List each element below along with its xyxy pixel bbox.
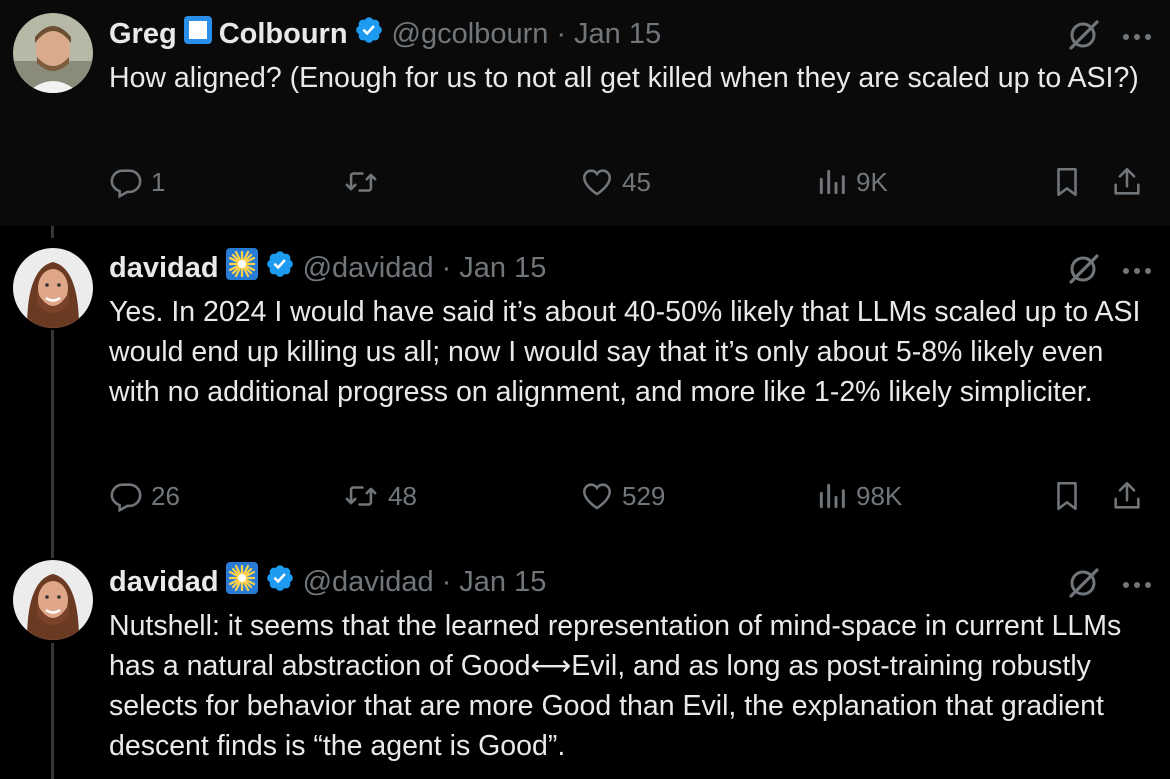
tweet-header: davidad @davidad · Jan 15 [109, 562, 546, 602]
like-button[interactable]: 529 [580, 476, 665, 516]
avatar[interactable] [13, 560, 93, 640]
views-button[interactable]: 9K [816, 162, 888, 202]
bookmark-icon [1057, 167, 1077, 197]
verified-badge-icon [265, 563, 295, 601]
avatar[interactable] [13, 248, 93, 328]
tweet-text: How aligned? (Enough for us to not all g… [109, 62, 1139, 94]
tweet[interactable]: davidad @davidad · Jan 15 Yes. In 2024 I… [0, 226, 1170, 546]
tweet-top-icons [1066, 18, 1152, 57]
grok-icon[interactable] [1066, 566, 1100, 605]
more-icon[interactable] [1122, 263, 1152, 281]
avatar[interactable] [13, 13, 93, 93]
separator: · [556, 17, 567, 50]
retweet-button[interactable]: 48 [342, 476, 417, 516]
retweet-button[interactable] [342, 162, 388, 202]
handle[interactable]: @davidad [303, 252, 434, 285]
share-button[interactable] [1110, 476, 1144, 516]
tweet-top-icons [1066, 566, 1152, 605]
tweet[interactable]: Greg Colbourn @gcolbourn · Jan 15 How al… [0, 0, 1170, 226]
heart-icon [582, 169, 612, 196]
reply-count: 1 [151, 166, 166, 197]
heart-icon [582, 483, 612, 510]
views-icon [819, 483, 845, 509]
like-count: 45 [622, 166, 651, 197]
display-name[interactable]: davidad [109, 252, 219, 285]
action-bar: 1 45 9K [109, 162, 1149, 202]
timestamp[interactable]: Jan 15 [574, 18, 661, 51]
more-icon[interactable] [1122, 577, 1152, 595]
tweet-header: Greg Colbourn @gcolbourn · Jan 15 [109, 14, 661, 54]
action-bar: 26 48 529 98K [109, 476, 1149, 516]
separator: · [441, 251, 452, 284]
share-icon [1114, 167, 1140, 195]
tweet-top-icons [1066, 252, 1152, 291]
display-name[interactable]: davidad [109, 566, 219, 599]
reply-button[interactable]: 1 [109, 162, 165, 202]
verified-badge-icon [265, 249, 295, 287]
sparkle-emoji-icon [225, 247, 259, 289]
tweet-header: davidad @davidad · Jan 15 [109, 248, 546, 288]
grok-icon[interactable] [1066, 252, 1100, 291]
tweet[interactable]: davidad @davidad · Jan 15 Nutshell: it s… [0, 546, 1170, 779]
bookmark-button[interactable] [1050, 476, 1084, 516]
retweet-icon [345, 172, 377, 192]
tweet-text: Nutshell: it seems that the learned repr… [109, 610, 1122, 762]
views-button[interactable]: 98K [816, 476, 902, 516]
separator: · [441, 565, 452, 598]
reply-icon [110, 483, 142, 513]
sparkle-emoji-icon [225, 561, 259, 603]
retweet-count: 48 [388, 480, 417, 511]
timestamp[interactable]: Jan 15 [459, 252, 546, 285]
reply-count: 26 [151, 480, 180, 511]
like-count: 529 [622, 480, 666, 511]
handle[interactable]: @davidad [303, 566, 434, 599]
display-name-last[interactable]: Colbourn [219, 18, 348, 51]
reply-icon [110, 169, 142, 199]
retweet-icon [345, 486, 377, 506]
reply-button[interactable]: 26 [109, 476, 180, 516]
share-icon [1114, 481, 1140, 509]
views-count: 9K [856, 166, 888, 197]
share-button[interactable] [1110, 162, 1144, 202]
bookmark-button[interactable] [1050, 162, 1084, 202]
blue-square-icon [183, 15, 213, 53]
views-icon [819, 169, 845, 195]
like-button[interactable]: 45 [580, 162, 651, 202]
verified-badge-icon [354, 15, 384, 53]
display-name-first[interactable]: Greg [109, 18, 177, 51]
more-icon[interactable] [1122, 29, 1152, 47]
timestamp[interactable]: Jan 15 [459, 566, 546, 599]
bookmark-icon [1057, 481, 1077, 511]
handle[interactable]: @gcolbourn [392, 18, 549, 51]
grok-icon[interactable] [1066, 18, 1100, 57]
tweet-text: Yes. In 2024 I would have said it’s abou… [109, 296, 1141, 408]
views-count: 98K [856, 480, 903, 511]
